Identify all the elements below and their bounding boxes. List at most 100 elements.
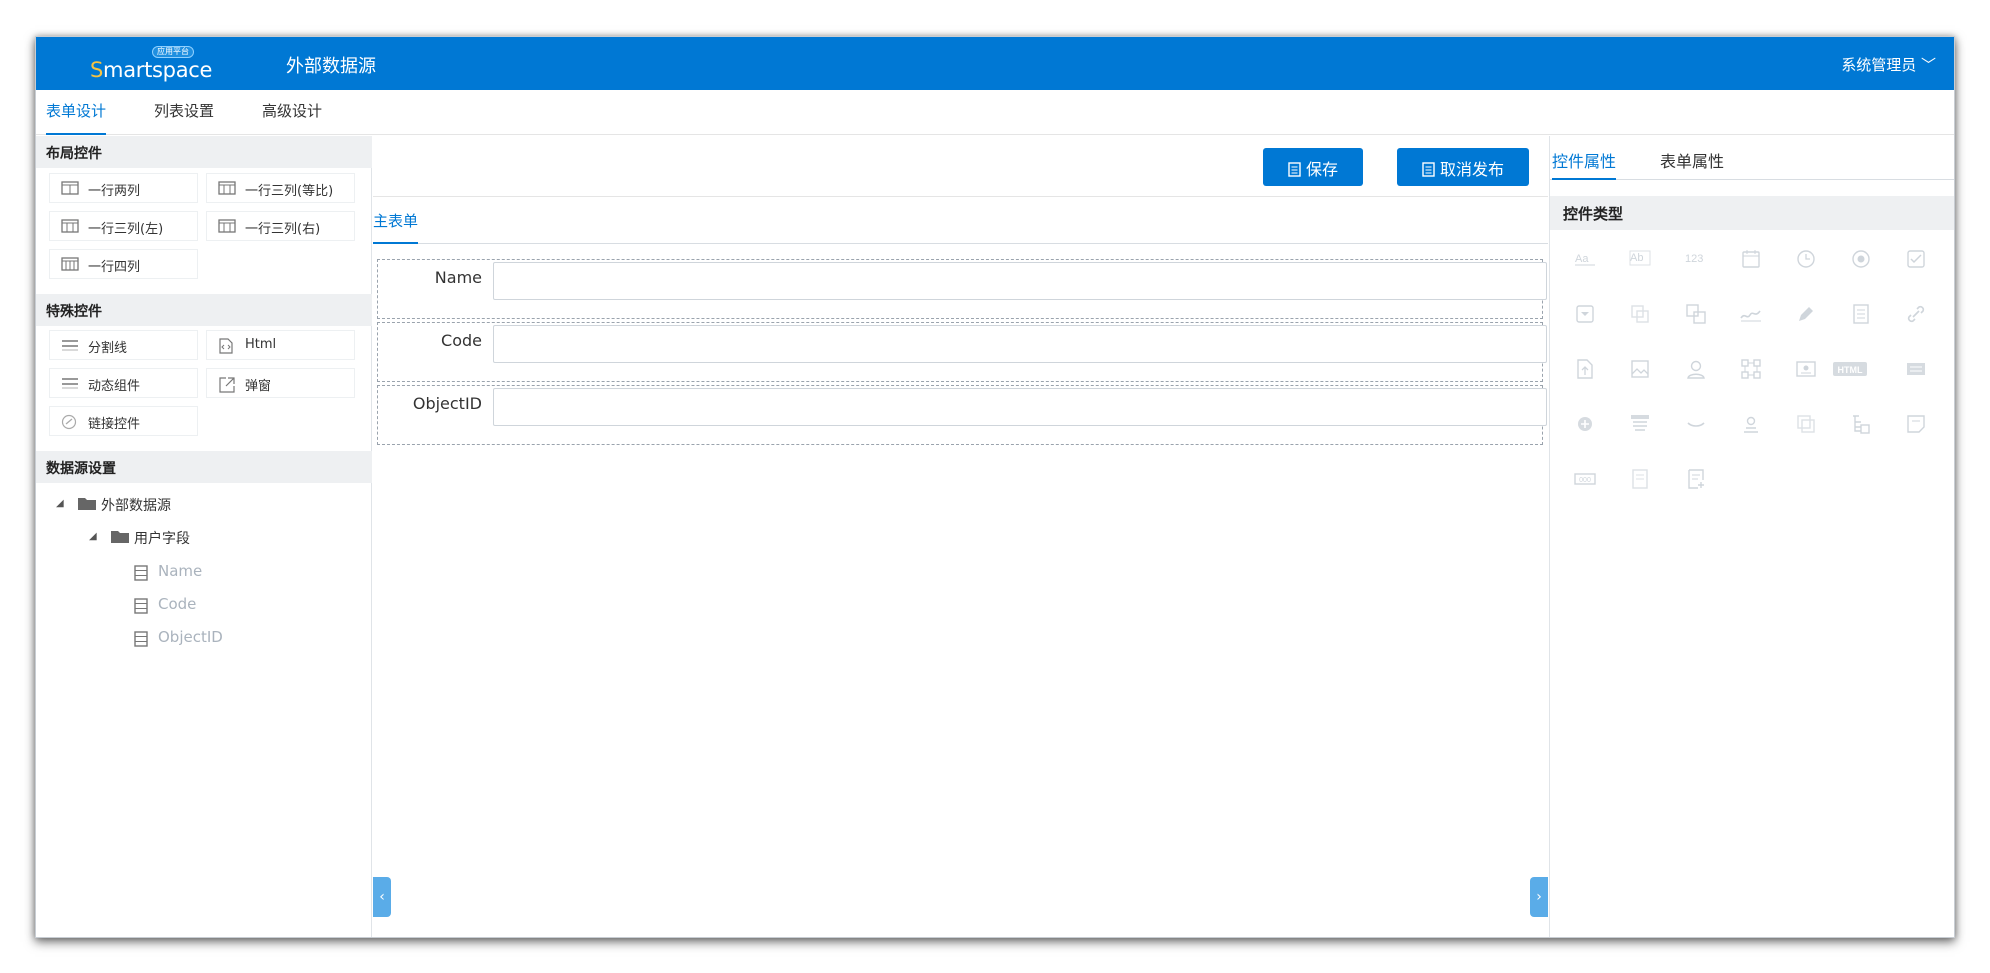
columns-icon bbox=[61, 219, 79, 233]
serial-number-icon[interactable]: 000 bbox=[1574, 468, 1596, 490]
code-file-icon bbox=[219, 338, 233, 354]
form-icon[interactable] bbox=[1905, 358, 1927, 380]
document-icon bbox=[1288, 162, 1301, 177]
right-panel: 控件属性 表单属性 控件类型 Aa Ab 123 HTML 000 bbox=[1549, 136, 1954, 937]
top-tab-bar: 表单设计 列表设置 高级设计 bbox=[36, 90, 1954, 135]
location-icon[interactable] bbox=[1740, 413, 1762, 435]
attachment-list-icon[interactable] bbox=[1850, 303, 1872, 325]
tab-form-properties[interactable]: 表单属性 bbox=[1660, 148, 1724, 180]
svg-text:HTML: HTML bbox=[1838, 365, 1863, 375]
form-row-code[interactable]: Code bbox=[377, 322, 1547, 382]
folder-icon bbox=[111, 531, 129, 543]
unpublish-label: 取消发布 bbox=[1439, 160, 1504, 179]
svg-text:Aa: Aa bbox=[1575, 253, 1589, 265]
tab-list-settings[interactable]: 列表设置 bbox=[154, 100, 214, 135]
user-menu[interactable]: 系统管理员 ﹀ bbox=[1841, 54, 1936, 75]
checkbox-icon[interactable] bbox=[1905, 248, 1927, 270]
chevron-left-icon: ‹ bbox=[379, 889, 385, 905]
control-three-columns-equal[interactable]: 一行三列(等比) bbox=[206, 173, 355, 203]
control-four-columns[interactable]: 一行四列 bbox=[49, 249, 198, 279]
field-label-code: Code bbox=[441, 331, 482, 350]
code-input[interactable] bbox=[493, 325, 1547, 363]
user-icon[interactable] bbox=[1685, 358, 1707, 380]
chevron-right-icon: › bbox=[1536, 889, 1542, 905]
control-html[interactable]: Html bbox=[206, 330, 355, 360]
divider-icon bbox=[62, 378, 78, 389]
control-popup[interactable]: 弹窗 bbox=[206, 368, 355, 398]
control-three-columns-right[interactable]: 一行三列(右) bbox=[206, 211, 355, 241]
save-button[interactable]: 保存 bbox=[1263, 148, 1363, 186]
divider-icon[interactable] bbox=[1685, 413, 1707, 435]
single-line-text-icon[interactable]: Aa bbox=[1574, 248, 1596, 270]
radio-icon[interactable] bbox=[1850, 248, 1872, 270]
unpublish-button[interactable]: 取消发布 bbox=[1397, 148, 1529, 186]
document-icon bbox=[1422, 162, 1435, 177]
copy-icon[interactable] bbox=[1795, 413, 1817, 435]
control-label: 一行三列(等比) bbox=[245, 184, 334, 199]
relation-icon[interactable] bbox=[1685, 303, 1707, 325]
columns-icon bbox=[218, 219, 236, 233]
control-label: 一行三列(右) bbox=[245, 222, 321, 237]
control-label: 分割线 bbox=[88, 341, 128, 356]
field-icon bbox=[134, 631, 148, 647]
add-circle-icon[interactable] bbox=[1574, 413, 1596, 435]
chevron-down-icon: ﹀ bbox=[1920, 56, 1936, 74]
document-icon[interactable] bbox=[1629, 468, 1651, 490]
svg-text:Ab: Ab bbox=[1630, 252, 1643, 264]
child-form-icon[interactable] bbox=[1685, 468, 1707, 490]
image-icon[interactable] bbox=[1629, 358, 1651, 380]
form-row-objectid[interactable]: ObjectID bbox=[377, 385, 1547, 445]
field-icon bbox=[134, 598, 148, 614]
field-label: ObjectID bbox=[158, 628, 223, 646]
date-icon[interactable] bbox=[1740, 248, 1762, 270]
left-panel: 布局控件 一行两列 一行三列(等比) 一行三列(左) 一行三列(右) 一行四列 … bbox=[36, 136, 372, 937]
note-icon[interactable] bbox=[1905, 413, 1927, 435]
time-icon[interactable] bbox=[1795, 248, 1817, 270]
external-link-icon bbox=[219, 377, 235, 393]
columns-icon bbox=[61, 181, 79, 195]
expand-triangle-icon[interactable]: ◢ bbox=[56, 498, 64, 509]
tree-icon[interactable] bbox=[1850, 413, 1872, 435]
tab-advanced-design[interactable]: 高级设计 bbox=[262, 100, 322, 135]
collapse-right-button[interactable]: › bbox=[1530, 877, 1548, 917]
columns-icon bbox=[218, 181, 236, 195]
field-label-objectid: ObjectID bbox=[412, 394, 482, 413]
tab-form-design[interactable]: 表单设计 bbox=[46, 100, 107, 135]
html-icon[interactable]: HTML bbox=[1833, 358, 1867, 380]
id-card-icon[interactable] bbox=[1795, 358, 1817, 380]
name-input[interactable] bbox=[493, 262, 1547, 300]
control-two-columns[interactable]: 一行两列 bbox=[49, 173, 198, 203]
tree-node-label: 外部数据源 bbox=[101, 498, 171, 514]
svg-text:123: 123 bbox=[1685, 253, 1703, 265]
control-dynamic-component[interactable]: 动态组件 bbox=[49, 368, 198, 398]
org-icon[interactable] bbox=[1740, 358, 1762, 380]
control-divider[interactable]: 分割线 bbox=[49, 330, 198, 360]
form-canvas: 保存 取消发布 主表单 Name Code ObjectID ‹ › bbox=[373, 136, 1548, 937]
form-row-name[interactable]: Name bbox=[377, 259, 1547, 319]
form-tab-bar: 主表单 bbox=[373, 198, 1548, 244]
logo-wordmark: Smartspace bbox=[90, 58, 213, 82]
tab-main-form[interactable]: 主表单 bbox=[373, 210, 419, 244]
dropdown-icon[interactable] bbox=[1574, 303, 1596, 325]
link-icon[interactable] bbox=[1905, 303, 1927, 325]
field-icon bbox=[134, 565, 148, 581]
control-label: 一行四列 bbox=[88, 260, 141, 275]
datasource-settings-title: 数据源设置 bbox=[36, 451, 372, 483]
table-icon[interactable] bbox=[1629, 413, 1651, 435]
multi-line-text-icon[interactable]: Ab bbox=[1629, 248, 1651, 270]
control-three-columns-left[interactable]: 一行三列(左) bbox=[49, 211, 198, 241]
smartspace-logo: 应用平台 Smartspace bbox=[90, 43, 213, 85]
signature-icon[interactable] bbox=[1740, 303, 1762, 325]
upload-icon[interactable] bbox=[1574, 358, 1596, 380]
multi-select-icon[interactable] bbox=[1629, 303, 1651, 325]
folder-icon bbox=[78, 498, 96, 510]
expand-triangle-icon[interactable]: ◢ bbox=[89, 531, 97, 542]
save-label: 保存 bbox=[1305, 160, 1338, 179]
collapse-left-button[interactable]: ‹ bbox=[373, 877, 391, 917]
control-link[interactable]: 链接控件 bbox=[49, 406, 198, 436]
tab-control-properties[interactable]: 控件属性 bbox=[1552, 148, 1617, 180]
pen-icon[interactable] bbox=[1795, 303, 1817, 325]
number-icon[interactable]: 123 bbox=[1685, 248, 1707, 270]
control-type-title: 控件类型 bbox=[1550, 196, 1954, 230]
objectid-input[interactable] bbox=[493, 388, 1547, 426]
